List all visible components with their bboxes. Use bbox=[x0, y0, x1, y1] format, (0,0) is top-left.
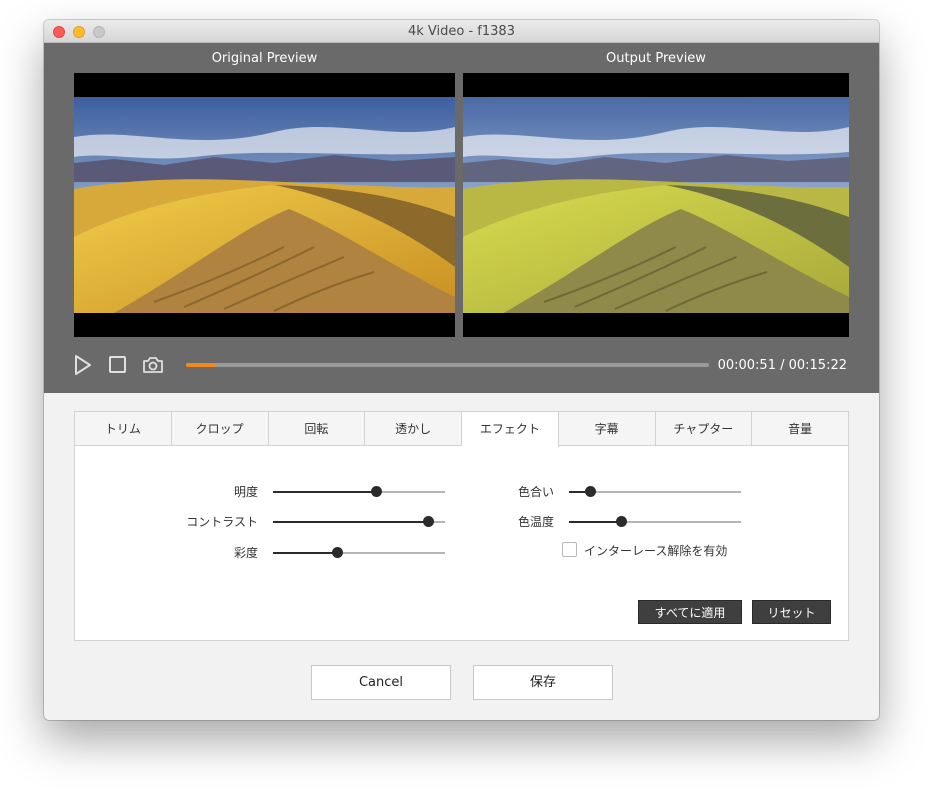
title-bar: 4k Video - f1383 bbox=[44, 20, 879, 43]
output-preview-frame bbox=[463, 73, 849, 337]
brightness-slider[interactable] bbox=[273, 486, 445, 497]
original-preview-label: Original Preview bbox=[211, 51, 318, 66]
save-button[interactable]: 保存 bbox=[473, 665, 613, 700]
saturation-slider-knob[interactable] bbox=[331, 547, 343, 558]
preview-area: Original Preview Output Preview 00:00:51… bbox=[44, 43, 879, 393]
play-icon bbox=[75, 355, 91, 375]
effects-panel: トリム クロップ 回転 透かし エフェクト 字幕 チャプター 音量 明度 コントラスト 彩度 … bbox=[74, 411, 849, 641]
contrast-label: コントラスト bbox=[186, 515, 258, 529]
temperature-slider[interactable] bbox=[569, 516, 741, 527]
deinterlace-label[interactable]: インターレース解除を有効 bbox=[584, 542, 727, 559]
temperature-slider-knob[interactable] bbox=[615, 516, 627, 527]
tab-bar: トリム クロップ 回転 透かし エフェクト 字幕 チャプター 音量 bbox=[75, 412, 848, 447]
contrast-slider-fill bbox=[273, 521, 428, 523]
contrast-slider-knob[interactable] bbox=[422, 516, 434, 527]
progress-fill bbox=[186, 363, 216, 367]
hue-slider-knob[interactable] bbox=[584, 486, 596, 497]
tab-3[interactable]: 透かし bbox=[365, 412, 462, 446]
camera-icon bbox=[143, 357, 163, 373]
play-button[interactable] bbox=[74, 355, 92, 375]
brightness-slider-fill bbox=[273, 491, 377, 493]
hue-slider[interactable] bbox=[569, 486, 741, 497]
saturation-slider[interactable] bbox=[273, 547, 445, 558]
video-editor-window: 4k Video - f1383 Original Preview Output… bbox=[44, 20, 879, 720]
temperature-slider-fill bbox=[569, 521, 621, 523]
hue-label: 色合い bbox=[517, 485, 554, 499]
tab-5[interactable]: 字幕 bbox=[559, 412, 656, 446]
brightness-label: 明度 bbox=[233, 485, 258, 499]
deinterlace-checkbox[interactable] bbox=[562, 542, 577, 557]
window-title: 4k Video - f1383 bbox=[408, 24, 515, 39]
original-preview-frame bbox=[74, 73, 455, 337]
reset-button[interactable]: リセット bbox=[752, 600, 831, 624]
timecode: 00:00:51 / 00:15:22 bbox=[717, 358, 847, 373]
stop-button[interactable] bbox=[109, 356, 126, 373]
brightness-slider-knob[interactable] bbox=[371, 486, 383, 497]
temperature-label: 色温度 bbox=[517, 515, 554, 529]
cancel-button[interactable]: Cancel bbox=[311, 665, 451, 700]
original-video-image bbox=[74, 97, 455, 313]
output-video-image bbox=[463, 97, 849, 313]
playback-progress-bar[interactable] bbox=[186, 363, 709, 367]
contrast-slider[interactable] bbox=[273, 516, 445, 527]
tab-2[interactable]: 回転 bbox=[269, 412, 366, 446]
tab-1[interactable]: クロップ bbox=[172, 412, 269, 446]
tab-7[interactable]: 音量 bbox=[752, 412, 848, 446]
tab-0[interactable]: トリム bbox=[75, 412, 172, 446]
output-preview-label: Output Preview bbox=[606, 51, 706, 66]
saturation-slider-fill bbox=[273, 552, 337, 554]
tab-6[interactable]: チャプター bbox=[656, 412, 753, 446]
snapshot-button[interactable] bbox=[142, 356, 164, 374]
apply-to-all-button[interactable]: すべてに適用 bbox=[638, 600, 742, 624]
tab-4[interactable]: エフェクト bbox=[462, 412, 559, 447]
saturation-label: 彩度 bbox=[233, 546, 258, 560]
